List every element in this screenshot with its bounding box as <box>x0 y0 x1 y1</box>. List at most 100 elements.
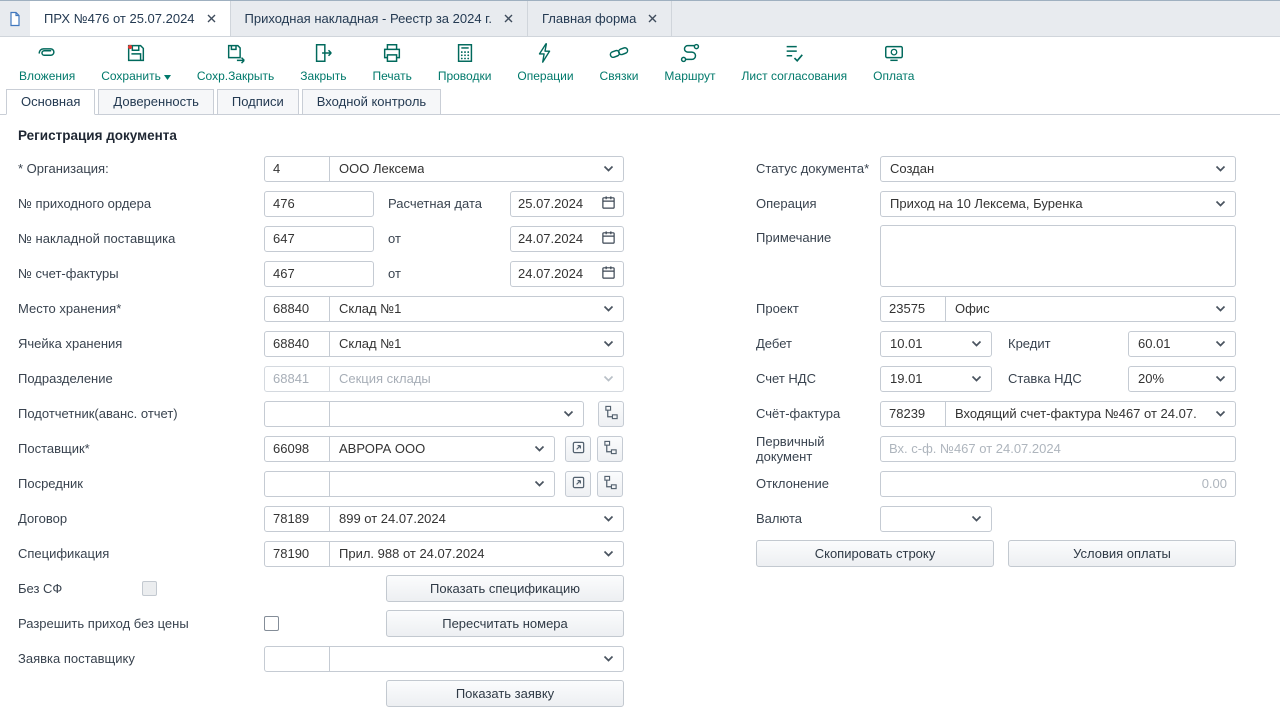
contract-code-input[interactable] <box>264 506 330 532</box>
field-row-project: Проект Офис <box>756 291 1236 326</box>
debit-select[interactable]: 10.01 <box>880 331 992 357</box>
allow-no-price-checkbox[interactable] <box>264 616 279 631</box>
payment-button[interactable]: Оплата <box>860 39 927 86</box>
organization-select[interactable]: ООО Лексема <box>329 156 624 182</box>
supplier-note-date-value[interactable] <box>518 231 598 246</box>
mediator-tree-button[interactable] <box>597 471 623 497</box>
links-icon <box>608 42 630 67</box>
operations-button[interactable]: Операции <box>504 39 586 86</box>
tab-signatures[interactable]: Подписи <box>217 89 299 115</box>
invoice-ref-code-input[interactable] <box>880 401 946 427</box>
show-request-button[interactable]: Показать заявку <box>386 680 624 707</box>
tab-power-of-attorney[interactable]: Доверенность <box>98 89 213 115</box>
supplier-note-date-input[interactable] <box>510 226 624 252</box>
storage-select[interactable]: Склад №1 <box>329 296 624 322</box>
supplier-code-input[interactable] <box>264 436 330 462</box>
vat-rate-label: Ставка НДС <box>1008 371 1128 386</box>
attachments-button[interactable]: Вложения <box>6 39 88 86</box>
save-button[interactable]: Сохранить <box>88 39 184 86</box>
organization-code-input[interactable] <box>264 156 330 182</box>
calc-date-value[interactable] <box>518 196 598 211</box>
supplier-open-button[interactable] <box>565 436 591 462</box>
accountable-label: Подотчетник(аванс. отчет) <box>18 406 264 421</box>
storage-cell-select[interactable]: Склад №1 <box>329 331 624 357</box>
window-tab-bar: ПРХ №476 от 25.07.2024 Приходная накладн… <box>0 0 1280 37</box>
open-card-icon <box>571 475 586 493</box>
calendar-icon[interactable] <box>601 265 616 283</box>
calendar-icon[interactable] <box>601 195 616 213</box>
window-tab-main-form[interactable]: Главная форма <box>528 1 672 36</box>
project-select[interactable]: Офис <box>945 296 1236 322</box>
contract-select[interactable]: 899 от 24.07.2024 <box>329 506 624 532</box>
calc-date-input[interactable] <box>510 191 624 217</box>
specification-code-input[interactable] <box>264 541 330 567</box>
supplier-select[interactable]: АВРОРА ООО <box>329 436 555 462</box>
chevron-down-icon <box>1215 200 1226 207</box>
tab-close-icon[interactable] <box>504 14 513 23</box>
save-close-button[interactable]: Сохр.Закрыть <box>184 39 287 86</box>
invoice-date-value[interactable] <box>518 266 598 281</box>
mediator-select[interactable] <box>329 471 555 497</box>
order-no-label: № приходного ордера <box>18 196 264 211</box>
chevron-down-icon <box>971 375 982 382</box>
tab-main[interactable]: Основная <box>6 89 95 115</box>
close-button[interactable]: Закрыть <box>287 39 359 86</box>
recalc-numbers-button[interactable]: Пересчитать номера <box>386 610 624 637</box>
checklist-icon <box>783 42 805 67</box>
mediator-label: Посредник <box>18 476 264 491</box>
credit-select[interactable]: 60.01 <box>1128 331 1236 357</box>
note-textarea[interactable] <box>880 225 1236 287</box>
operation-select[interactable]: Приход на 10 Лексема, Буренка <box>880 191 1236 217</box>
postings-button[interactable]: Проводки <box>425 39 505 86</box>
payment-terms-button[interactable]: Условия оплаты <box>1008 540 1236 567</box>
currency-select[interactable] <box>880 506 992 532</box>
invoice-no-input[interactable] <box>264 261 374 287</box>
mediator-code-input[interactable] <box>264 471 330 497</box>
order-no-input[interactable] <box>264 191 374 217</box>
form-tab-label: Подписи <box>232 94 284 109</box>
supplier-note-no-input[interactable] <box>264 226 374 252</box>
tab-close-icon[interactable] <box>648 14 657 23</box>
chevron-down-icon <box>1215 375 1226 382</box>
storage-cell-code-input[interactable] <box>264 331 330 357</box>
chevron-down-icon <box>971 340 982 347</box>
route-button[interactable]: Маршрут <box>651 39 728 86</box>
invoice-ref-select[interactable]: Входящий счет-фактура №467 от 24.07. <box>945 401 1236 427</box>
status-value: Создан <box>890 161 934 176</box>
supplier-request-select[interactable] <box>329 646 624 672</box>
calendar-icon[interactable] <box>601 230 616 248</box>
supplier-request-code-input[interactable] <box>264 646 330 672</box>
tab-input-control[interactable]: Входной контроль <box>302 89 441 115</box>
project-code-input[interactable] <box>880 296 946 322</box>
accountable-code-input[interactable] <box>264 401 330 427</box>
show-specification-button[interactable]: Показать спецификацию <box>386 575 624 602</box>
chevron-down-icon <box>603 655 614 662</box>
vat-rate-select[interactable]: 20% <box>1128 366 1236 392</box>
field-row-organization: * Организация: ООО Лексема <box>18 151 624 186</box>
window-tab-document[interactable]: ПРХ №476 от 25.07.2024 <box>30 1 231 36</box>
print-button[interactable]: Печать <box>360 39 425 86</box>
accountable-tree-button[interactable] <box>598 401 624 427</box>
left-column: * Организация: ООО Лексема № приходного … <box>18 151 624 711</box>
invoice-date-input[interactable] <box>510 261 624 287</box>
organization-label: * Организация: <box>18 161 264 176</box>
deviation-input <box>880 471 1236 497</box>
copy-row-button[interactable]: Скопировать строку <box>756 540 994 567</box>
credit-label: Кредит <box>1008 336 1128 351</box>
toolbar-label: Проводки <box>438 69 492 83</box>
vat-account-select[interactable]: 19.01 <box>880 366 992 392</box>
status-select[interactable]: Создан <box>880 156 1236 182</box>
links-button[interactable]: Связки <box>587 39 652 86</box>
approval-sheet-button[interactable]: Лист согласования <box>729 39 861 86</box>
storage-code-input[interactable] <box>264 296 330 322</box>
specification-select[interactable]: Прил. 988 от 24.07.2024 <box>329 541 624 567</box>
supplier-tree-button[interactable] <box>597 436 623 462</box>
printer-icon <box>381 42 403 67</box>
tab-close-icon[interactable] <box>207 14 216 23</box>
right-column: Статус документа* Создан Операция Приход… <box>756 151 1236 711</box>
accountable-select[interactable] <box>329 401 584 427</box>
mediator-open-button[interactable] <box>565 471 591 497</box>
field-row-operation: Операция Приход на 10 Лексема, Буренка <box>756 186 1236 221</box>
field-row-no-sf: Без СФ Показать спецификацию <box>18 571 624 606</box>
window-tab-registry[interactable]: Приходная накладная - Реестр за 2024 г. <box>231 1 528 36</box>
